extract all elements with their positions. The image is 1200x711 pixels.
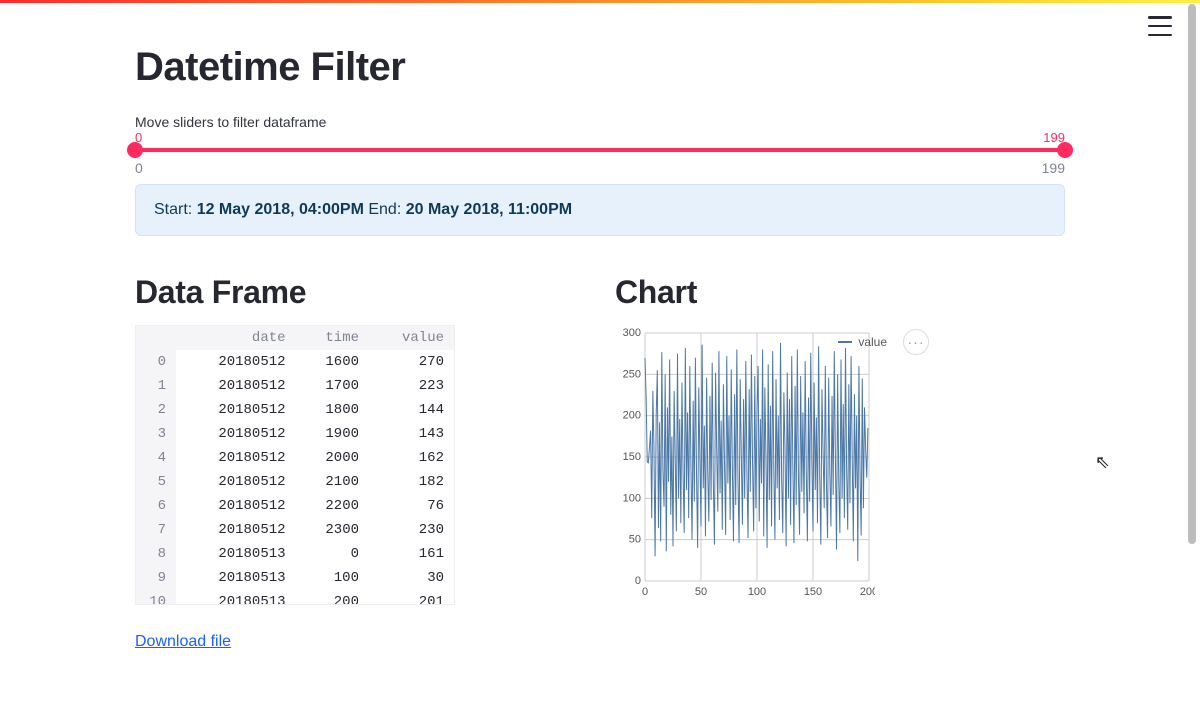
table-row: 2201805121800144 bbox=[136, 398, 454, 422]
column-header: time bbox=[296, 326, 369, 350]
svg-text:0: 0 bbox=[635, 575, 641, 587]
table-row: 1201805121700223 bbox=[136, 374, 454, 398]
table-row: 7201805122300230 bbox=[136, 518, 454, 542]
svg-text:50: 50 bbox=[629, 534, 641, 546]
mouse-cursor-icon: ⇖ bbox=[1095, 452, 1110, 473]
table-row: 5201805122100182 bbox=[136, 470, 454, 494]
slider-range-max: 199 bbox=[1042, 160, 1065, 176]
svg-text:150: 150 bbox=[804, 586, 822, 598]
table-row: 4201805122000162 bbox=[136, 446, 454, 470]
svg-text:100: 100 bbox=[623, 492, 641, 504]
svg-text:50: 50 bbox=[695, 586, 707, 598]
page-title: Datetime Filter bbox=[135, 45, 1065, 90]
slider-track[interactable] bbox=[135, 148, 1065, 152]
svg-text:200: 200 bbox=[623, 410, 641, 422]
dataframe-table[interactable]: datetimevalue 02018051216002701201805121… bbox=[135, 325, 455, 605]
page-scrollbar[interactable] bbox=[1188, 4, 1196, 544]
download-link[interactable]: Download file bbox=[135, 633, 231, 651]
info-start-label: Start: bbox=[154, 201, 192, 218]
legend-label: value bbox=[858, 335, 887, 349]
table-row: 92018051310030 bbox=[136, 566, 454, 590]
chart-heading: Chart bbox=[615, 274, 1065, 311]
slider-handle-right[interactable] bbox=[1057, 142, 1073, 158]
chart-menu-icon[interactable]: ··· bbox=[903, 329, 929, 355]
table-row: 8201805130161 bbox=[136, 542, 454, 566]
table-row: 1020180513200201 bbox=[136, 590, 454, 605]
dataframe-heading: Data Frame bbox=[135, 274, 585, 311]
range-slider[interactable]: 0 199 0 199 bbox=[135, 134, 1065, 178]
svg-text:250: 250 bbox=[623, 368, 641, 380]
info-end-value: 20 May 2018, 11:00PM bbox=[406, 201, 572, 218]
svg-text:0: 0 bbox=[642, 586, 648, 598]
info-start-value: 12 May 2018, 04:00PM bbox=[197, 201, 364, 218]
slider-label: Move sliders to filter dataframe bbox=[135, 114, 1065, 130]
table-row: 0201805121600270 bbox=[136, 350, 454, 374]
column-header: date bbox=[176, 326, 296, 350]
column-header: value bbox=[369, 326, 454, 350]
info-box: Start: 12 May 2018, 04:00PM End: 20 May … bbox=[135, 184, 1065, 236]
svg-text:300: 300 bbox=[623, 327, 641, 339]
svg-text:150: 150 bbox=[623, 451, 641, 463]
slider-range-min: 0 bbox=[135, 160, 143, 176]
hamburger-menu-icon[interactable] bbox=[1148, 16, 1172, 36]
info-end-label: End: bbox=[368, 201, 401, 218]
slider-handle-left[interactable] bbox=[127, 142, 143, 158]
table-row: 620180512220076 bbox=[136, 494, 454, 518]
chart-legend: value ··· bbox=[838, 329, 929, 355]
legend-swatch bbox=[838, 341, 852, 343]
svg-text:200: 200 bbox=[860, 586, 875, 598]
chart-container: value ··· 0 50 100 150 200 250 300 0 50 100 150 200 bbox=[615, 325, 935, 610]
chart-plot[interactable]: 0 50 100 150 200 250 300 0 50 100 150 200 bbox=[615, 325, 875, 605]
svg-text:100: 100 bbox=[748, 586, 766, 598]
table-row: 3201805121900143 bbox=[136, 422, 454, 446]
